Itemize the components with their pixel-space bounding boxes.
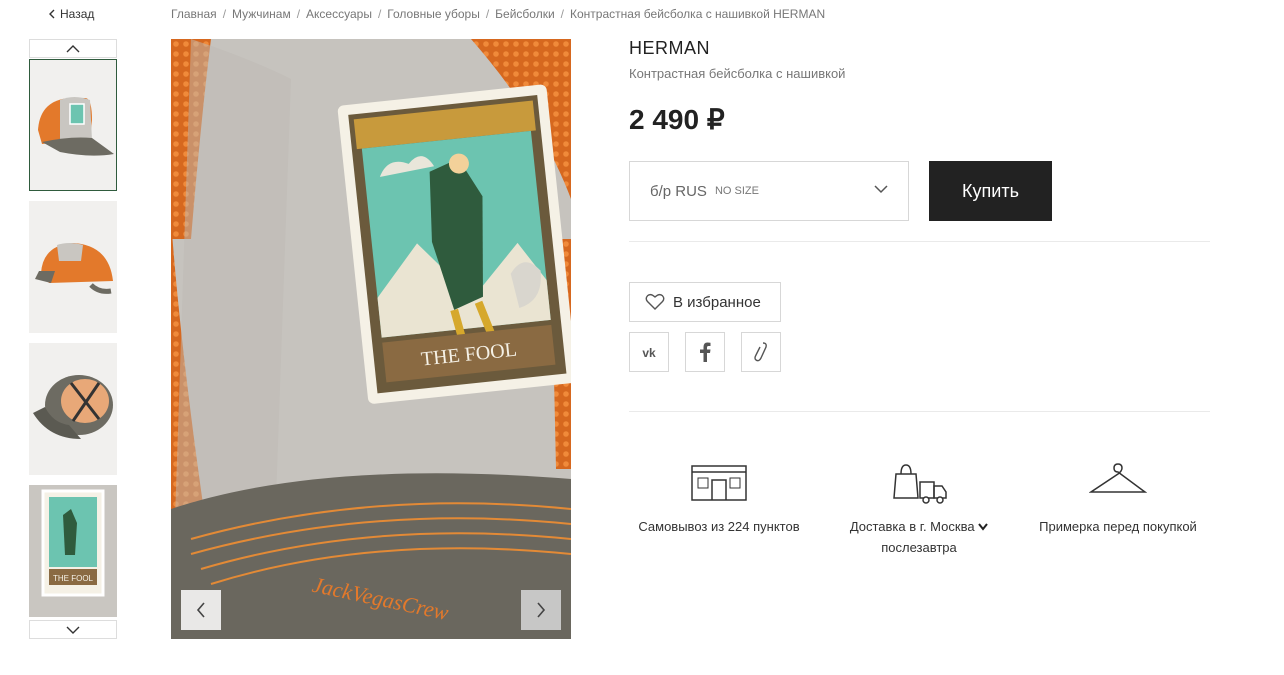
chevron-left-icon (196, 602, 205, 618)
chevron-down-icon (874, 185, 888, 194)
thumbnail-4[interactable]: THE FOOL (29, 485, 117, 617)
thumbs-scroll-up-button[interactable] (29, 39, 117, 58)
patch-thumb-text: THE FOOL (53, 574, 94, 583)
chevron-down-icon (66, 626, 80, 634)
patch-closeup-image: THE FOOL (29, 485, 117, 617)
breadcrumb-separator: / (560, 7, 565, 21)
breadcrumb-separator: / (485, 7, 490, 21)
copy-link-button[interactable] (741, 332, 781, 372)
thumbnail-list: THE FOOL (29, 39, 117, 639)
breadcrumb: Главная / Мужчинам / Аксессуары / Головн… (171, 7, 825, 21)
vk-icon: vk (642, 346, 656, 358)
cap-side-image (30, 60, 116, 190)
breadcrumb-item-accessories[interactable]: Аксессуары (306, 7, 372, 21)
chevron-right-icon (537, 602, 546, 618)
delivery-city-select[interactable]: г. Москва (920, 519, 988, 534)
breadcrumb-item-men[interactable]: Мужчинам (232, 7, 291, 21)
feature-fitting: Примерка перед покупкой (1028, 462, 1208, 537)
cap-inside-image (29, 343, 117, 475)
breadcrumb-item-home[interactable]: Главная (171, 7, 217, 21)
thumbnail-2[interactable] (29, 201, 117, 333)
size-value: б/р RUS (650, 182, 707, 200)
add-to-favorites-button[interactable]: В избранное (629, 282, 781, 322)
store-icon (691, 465, 747, 501)
feature-delivery: Доставка в г. Москва послезавтра (829, 462, 1009, 558)
thumbs-scroll-down-button[interactable] (29, 620, 117, 639)
divider (629, 411, 1210, 412)
chevron-down-icon (978, 523, 988, 531)
thumbnail-1[interactable] (29, 59, 117, 191)
chevron-left-icon (49, 9, 55, 19)
delivery-when: послезавтра (881, 540, 957, 555)
back-label: Назад (60, 7, 95, 21)
product-price: 2 490 ₽ (629, 104, 725, 135)
fitting-text: Примерка перед покупкой (1039, 519, 1197, 534)
hanger-icon (1089, 463, 1147, 493)
product-name: Контрастная бейсболка с нашивкой (629, 66, 846, 81)
thumbnail-3[interactable] (29, 343, 117, 475)
share-vk-button[interactable]: vk (629, 332, 669, 372)
link-icon (754, 342, 767, 362)
breadcrumb-item-headwear[interactable]: Головные уборы (387, 7, 480, 21)
breadcrumb-separator: / (377, 7, 382, 21)
breadcrumb-separator: / (222, 7, 227, 21)
svg-text:vk: vk (642, 346, 656, 358)
feature-pickup: Самовывоз из 224 пунктов (629, 462, 809, 537)
delivery-city: г. Москва (919, 519, 975, 534)
breadcrumb-separator: / (296, 7, 301, 21)
product-brand[interactable]: HERMAN (629, 38, 710, 59)
back-link[interactable]: Назад (48, 7, 94, 21)
buy-button[interactable]: Купить (929, 161, 1052, 221)
heart-icon (645, 293, 665, 310)
delivery-truck-icon (893, 464, 947, 504)
image-next-button[interactable] (521, 590, 561, 630)
cap-back-image (29, 201, 117, 333)
divider (629, 241, 1210, 242)
cap-closeup-image: JackVegasCrew THE FOOL (171, 39, 571, 639)
facebook-icon (700, 342, 711, 362)
favorites-label: В избранное (673, 293, 761, 311)
size-note: NO SIZE (714, 185, 759, 197)
size-select[interactable]: б/р RUS NO SIZE (629, 161, 909, 221)
chevron-up-icon (66, 44, 80, 52)
breadcrumb-item-caps[interactable]: Бейсболки (495, 7, 555, 21)
share-facebook-button[interactable] (685, 332, 725, 372)
pickup-text: Самовывоз из 224 пунктов (638, 519, 800, 534)
breadcrumb-item-current: Контрастная бейсболка с нашивкой HERMAN (570, 7, 826, 21)
main-product-image: JackVegasCrew THE FOOL (171, 39, 571, 639)
delivery-prefix: Доставка в (849, 519, 917, 534)
image-prev-button[interactable] (181, 590, 221, 630)
